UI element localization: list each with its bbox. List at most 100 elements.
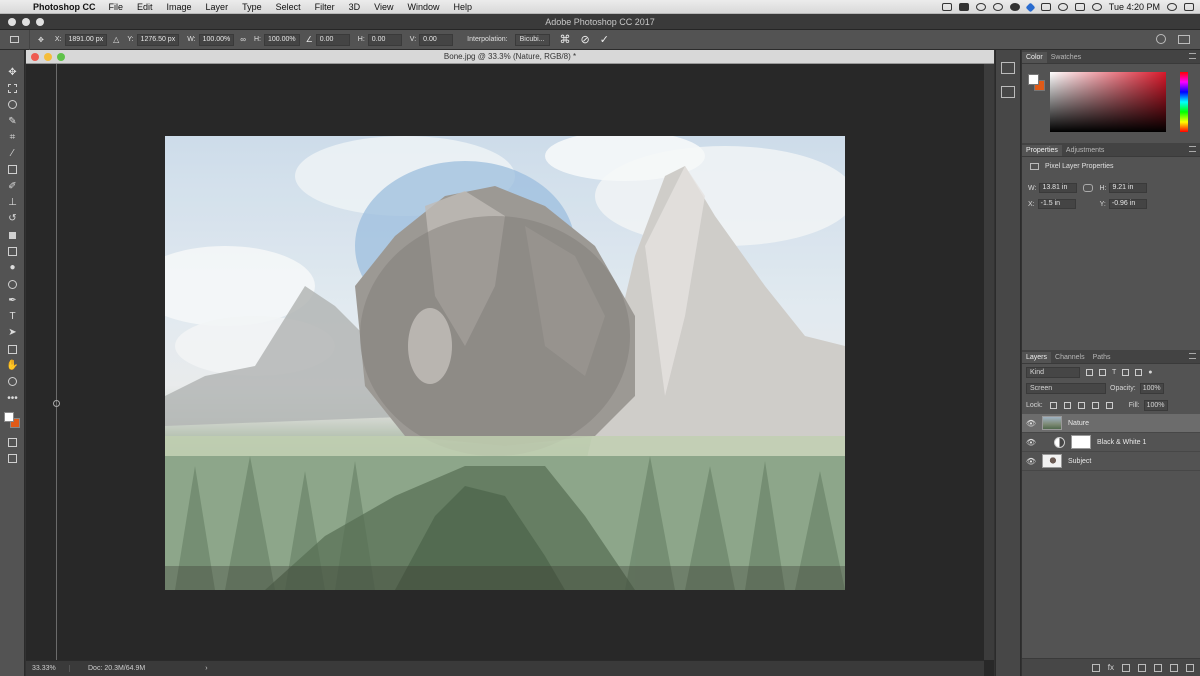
- document-tab[interactable]: Bone.jpg @ 33.3% (Nature, RGB/8) *: [26, 50, 994, 64]
- menu-view[interactable]: View: [367, 2, 400, 12]
- search-icon[interactable]: [1156, 34, 1166, 44]
- marquee-tool[interactable]: [0, 80, 25, 96]
- x-position-field[interactable]: 1891.00 px: [64, 33, 108, 46]
- opacity-field[interactable]: 100%: [1139, 383, 1164, 394]
- menu-layer[interactable]: Layer: [199, 2, 236, 12]
- zoom-window-button[interactable]: [36, 18, 44, 26]
- clone-stamp-tool[interactable]: ⊥: [0, 194, 25, 210]
- toolbar-grip[interactable]: [0, 50, 24, 64]
- vertical-scrollbar[interactable]: [984, 64, 994, 660]
- height-field[interactable]: 100.00%: [263, 33, 300, 46]
- width-field[interactable]: 100.00%: [198, 33, 235, 46]
- volume-icon[interactable]: [1091, 3, 1102, 11]
- hand-tool[interactable]: ✋: [0, 357, 25, 373]
- h-skew-field[interactable]: 0.00: [367, 33, 402, 46]
- foreground-color-swatch[interactable]: [4, 412, 14, 423]
- layer-name[interactable]: Subject: [1068, 458, 1091, 465]
- workspace-icon[interactable]: [1178, 35, 1190, 44]
- new-group-icon[interactable]: [1154, 663, 1162, 672]
- menu-help[interactable]: Help: [446, 2, 479, 12]
- guide-line[interactable]: [56, 64, 57, 660]
- panel-menu-icon[interactable]: [1189, 53, 1196, 59]
- color-picker-field[interactable]: [1050, 72, 1166, 132]
- status-menu-arrow-icon[interactable]: ›: [205, 665, 207, 672]
- link-layers-icon[interactable]: [1091, 663, 1100, 672]
- layer-row-nature[interactable]: 👁 Nature: [1022, 414, 1200, 433]
- menu-app-name[interactable]: Photoshop CC: [26, 2, 102, 12]
- tab-paths[interactable]: Paths: [1089, 352, 1115, 363]
- filter-type-icon[interactable]: T: [1112, 369, 1116, 376]
- panel-menu-icon[interactable]: [1189, 353, 1196, 359]
- filter-pixel-icon[interactable]: [1086, 368, 1093, 376]
- menu-image[interactable]: Image: [160, 2, 199, 12]
- filter-smart-object-icon[interactable]: [1135, 368, 1143, 376]
- v-skew-field[interactable]: 0.00: [419, 33, 454, 46]
- eraser-tool[interactable]: [0, 227, 25, 243]
- blur-tool[interactable]: ●: [0, 260, 25, 276]
- new-layer-icon[interactable]: [1170, 663, 1178, 672]
- notification-center-icon[interactable]: [1184, 3, 1194, 11]
- dodge-tool[interactable]: [0, 276, 25, 292]
- canvas-area[interactable]: [26, 64, 984, 660]
- rectangle-tool[interactable]: [0, 341, 25, 357]
- document-canvas-image[interactable]: [165, 136, 845, 590]
- brush-settings-panel-icon[interactable]: [1001, 86, 1015, 98]
- pen-tool[interactable]: ✒: [0, 292, 25, 308]
- type-tool[interactable]: T: [0, 308, 25, 324]
- visibility-eye-icon[interactable]: 👁: [1022, 438, 1040, 447]
- eject-icon[interactable]: [1074, 3, 1085, 11]
- lock-all-icon[interactable]: [1105, 402, 1113, 409]
- filter-toggle-icon[interactable]: ●: [1148, 369, 1152, 376]
- layer-effects-icon[interactable]: fx: [1108, 663, 1114, 672]
- record-icon[interactable]: [1009, 3, 1020, 11]
- app-status-icon[interactable]: [958, 3, 969, 11]
- close-document-button[interactable]: [31, 53, 39, 61]
- prop-y-field[interactable]: -0.96 in: [1108, 199, 1147, 209]
- panel-menu-icon[interactable]: [1189, 146, 1196, 152]
- layer-row-subject[interactable]: 👁 Subject: [1022, 452, 1200, 471]
- document-size-info[interactable]: Doc: 20.3M/64.9M: [88, 665, 145, 672]
- prop-x-field[interactable]: -1.5 in: [1037, 199, 1076, 209]
- healing-brush-tool[interactable]: [0, 162, 25, 178]
- visibility-eye-icon[interactable]: 👁: [1022, 419, 1040, 428]
- tab-adjustments[interactable]: Adjustments: [1062, 145, 1109, 156]
- color-panel-foreground-swatch[interactable]: [1028, 74, 1039, 85]
- menu-select[interactable]: Select: [269, 2, 308, 12]
- wifi-icon[interactable]: [1057, 3, 1068, 11]
- zoom-level-field[interactable]: 33.33%: [26, 665, 70, 672]
- y-position-field[interactable]: 1276.50 px: [136, 33, 180, 46]
- link-dimensions-icon[interactable]: [1083, 184, 1094, 192]
- angle-field[interactable]: 0.00: [315, 33, 350, 46]
- layer-name[interactable]: Nature: [1068, 420, 1089, 427]
- close-window-button[interactable]: [8, 18, 16, 26]
- zoom-document-button[interactable]: [57, 53, 65, 61]
- crop-tool[interactable]: ⌗: [0, 129, 25, 145]
- menu-edit[interactable]: Edit: [130, 2, 160, 12]
- commit-transform-icon[interactable]: ✓: [600, 33, 609, 46]
- brush-tool[interactable]: ✐: [0, 178, 25, 194]
- warp-mode-icon[interactable]: ⌘: [560, 33, 571, 46]
- layer-filter-select[interactable]: Kind: [1026, 366, 1080, 378]
- tab-properties[interactable]: Properties: [1022, 145, 1062, 156]
- add-mask-icon[interactable]: [1122, 663, 1130, 672]
- layer-name[interactable]: Black & White 1: [1097, 439, 1146, 446]
- more-tools[interactable]: •••: [0, 390, 25, 406]
- quick-mask-button[interactable]: [0, 434, 25, 450]
- menu-3d[interactable]: 3D: [342, 2, 368, 12]
- delta-icon[interactable]: △: [113, 35, 119, 44]
- tool-preset-picker[interactable]: [0, 29, 30, 50]
- tab-layers[interactable]: Layers: [1022, 352, 1052, 363]
- gradient-tool[interactable]: [0, 243, 25, 259]
- lock-pixels-icon[interactable]: [1063, 402, 1071, 409]
- hue-slider[interactable]: [1180, 72, 1188, 132]
- link-icon[interactable]: ∞: [240, 35, 246, 44]
- interpolation-select[interactable]: Bicubi...: [514, 33, 550, 46]
- tab-channels[interactable]: Channels: [1051, 352, 1089, 363]
- new-adjustment-layer-icon[interactable]: [1138, 663, 1146, 672]
- creative-cloud-icon[interactable]: [975, 3, 986, 11]
- screen-mode-button[interactable]: [0, 451, 25, 467]
- fg-bg-color-swatches[interactable]: [0, 406, 25, 434]
- transform-handle[interactable]: [53, 400, 60, 407]
- fill-field[interactable]: 100%: [1143, 400, 1168, 411]
- history-panel-icon[interactable]: [1001, 62, 1015, 74]
